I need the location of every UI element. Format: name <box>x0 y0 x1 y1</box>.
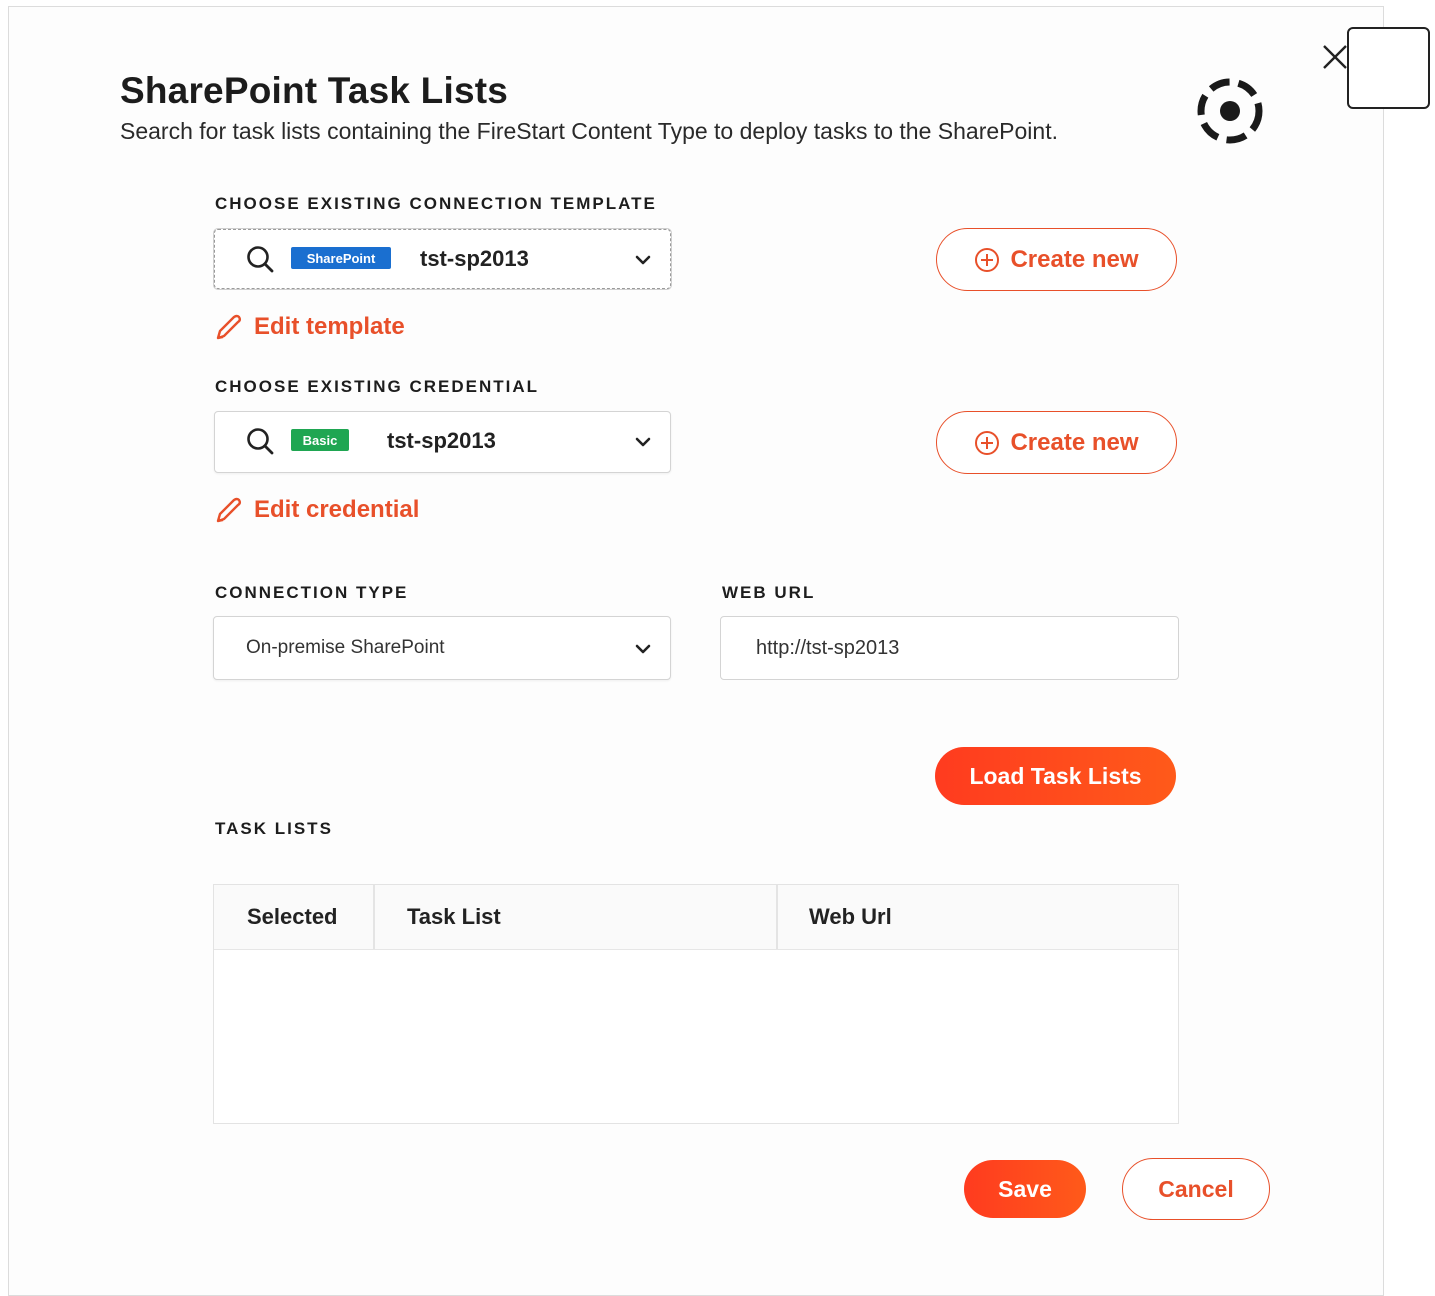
template-select[interactable]: SharePoint tst-sp2013 <box>214 229 671 289</box>
plus-circle-icon <box>975 430 1000 455</box>
pencil-icon <box>216 314 241 340</box>
chevron-down-icon <box>635 255 651 265</box>
edit-template-label: Edit template <box>254 313 405 340</box>
create-credential-button[interactable]: Create new <box>936 411 1177 474</box>
connection-type-value: On-premise SharePoint <box>246 637 445 658</box>
column-header-selected[interactable]: Selected <box>247 885 338 949</box>
connection-type-label: CONNECTION TYPE <box>215 583 409 602</box>
dialog-title: SharePoint Task Lists <box>120 70 509 111</box>
edit-template-link[interactable]: Edit template <box>214 312 405 342</box>
task-lists-label: TASK LISTS <box>215 819 333 838</box>
plus-circle-icon <box>975 247 1000 272</box>
web-url-label: WEB URL <box>722 583 816 602</box>
credential-selected-value: tst-sp2013 <box>387 428 496 453</box>
pencil-icon <box>216 497 241 523</box>
basic-badge: Basic <box>291 429 349 451</box>
edit-credential-link[interactable]: Edit credential <box>214 495 419 525</box>
template-label: CHOOSE EXISTING CONNECTION TEMPLATE <box>215 194 657 213</box>
search-icon <box>247 246 274 273</box>
dialog-subtitle: Search for task lists containing the Fir… <box>120 118 1058 144</box>
credential-select[interactable]: Basic tst-sp2013 <box>214 411 671 473</box>
table-header: Selected Task List Web Url <box>214 885 1178 950</box>
column-header-web-url[interactable]: Web Url <box>809 885 892 949</box>
template-selected-value: tst-sp2013 <box>420 246 529 271</box>
credential-label: CHOOSE EXISTING CREDENTIAL <box>215 377 540 396</box>
create-template-label: Create new <box>1010 245 1139 273</box>
search-icon <box>247 428 274 455</box>
load-task-lists-button[interactable]: Load Task Lists <box>935 747 1176 805</box>
save-button[interactable]: Save <box>964 1160 1086 1218</box>
connection-type-select[interactable]: On-premise SharePoint <box>213 616 671 680</box>
edit-credential-label: Edit credential <box>254 496 420 523</box>
cancel-button[interactable]: Cancel <box>1122 1158 1270 1220</box>
sharepoint-badge: SharePoint <box>291 247 391 269</box>
close-button[interactable] <box>1347 27 1430 109</box>
column-header-task-list[interactable]: Task List <box>407 885 501 949</box>
target-icon <box>1197 78 1263 144</box>
column-divider[interactable] <box>373 885 375 949</box>
chevron-down-icon <box>635 437 651 447</box>
task-lists-table: Selected Task List Web Url <box>213 884 1179 1124</box>
create-credential-label: Create new <box>1010 428 1139 456</box>
web-url-input[interactable] <box>720 616 1179 680</box>
cancel-label: Cancel <box>1158 1175 1234 1202</box>
chevron-down-icon <box>635 644 651 654</box>
column-divider[interactable] <box>776 885 778 949</box>
create-template-button[interactable]: Create new <box>936 228 1177 291</box>
